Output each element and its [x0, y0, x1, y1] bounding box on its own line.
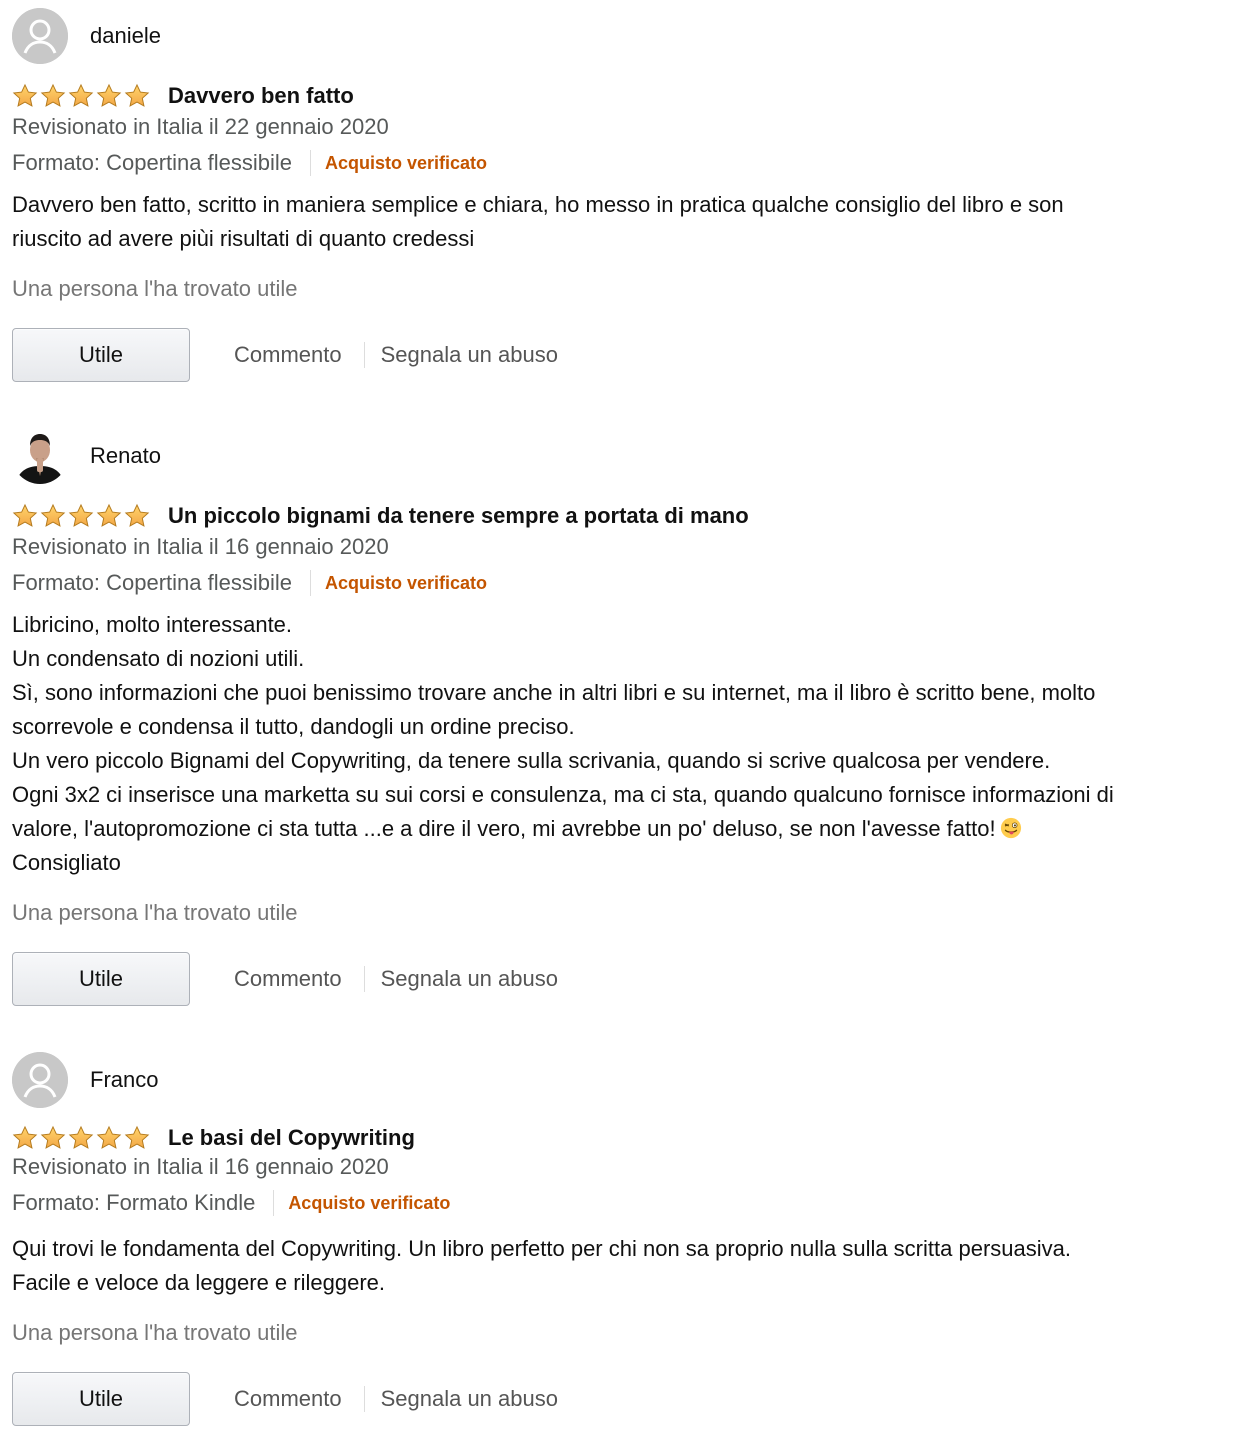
divider [363, 342, 365, 368]
star-icon [40, 503, 66, 529]
divider [363, 966, 365, 992]
winking-face-with-tongue-icon [1000, 817, 1021, 839]
helpful-button[interactable]: Utile [12, 1372, 190, 1426]
review-body: Davvero ben fatto, scritto in maniera se… [12, 188, 1222, 256]
review-text-line: Un vero piccolo Bignami del Copywriting,… [12, 748, 1051, 773]
star-icon [96, 1125, 122, 1151]
star-rating[interactable] [12, 83, 150, 109]
review-body: Libricino, molto interessante. Un conden… [12, 608, 1222, 880]
helpful-button[interactable]: Utile [12, 328, 190, 382]
reviewer-profile[interactable]: Renato [12, 426, 161, 486]
review-title[interactable]: Le basi del Copywriting [168, 1125, 415, 1151]
star-icon [68, 1125, 94, 1151]
report-abuse-link[interactable]: Segnala un abuso [381, 342, 558, 368]
review-text-line: Ogni 3x2 ci inserisce una marketta su su… [12, 782, 1114, 807]
comment-link[interactable]: Commento [234, 1386, 342, 1412]
review-text-line: Facile e veloce da leggere e rileggere. [12, 1270, 386, 1295]
review-text-line: Sì, sono informazioni che puoi benissimo… [12, 680, 1096, 705]
star-icon [12, 83, 38, 109]
star-icon [124, 83, 150, 109]
review-text-line: scorrevole e condensa il tutto, dandogli… [12, 714, 575, 739]
star-icon [12, 1125, 38, 1151]
review-text-line: Un condensato di nozioni utili. [12, 646, 305, 671]
review-text-segment: valore, l'autopromozione ci sta tutta ..… [12, 816, 996, 841]
star-icon [40, 83, 66, 109]
star-icon [12, 503, 38, 529]
divider [363, 1386, 365, 1412]
report-abuse-link[interactable]: Segnala un abuso [381, 1386, 558, 1412]
verified-purchase-badge: Acquisto verificato [325, 152, 488, 173]
review-text-line: Libricino, molto interessante. [12, 612, 293, 637]
format-link[interactable]: Formato: Formato Kindle [12, 1190, 255, 1216]
reviewer-name[interactable]: daniele [90, 23, 161, 49]
reviewer-profile[interactable]: Franco [12, 1050, 158, 1110]
star-icon [68, 503, 94, 529]
review-date: Revisionato in Italia il 22 gennaio 2020 [12, 114, 389, 139]
review-text-line: valore, l'autopromozione ci sta tutta ..… [12, 812, 1222, 846]
star-icon [68, 83, 94, 109]
report-abuse-link[interactable]: Segnala un abuso [381, 966, 558, 992]
verified-purchase-badge: Acquisto verificato [325, 572, 488, 593]
reviewer-name[interactable]: Renato [90, 443, 161, 469]
review-body: Qui trovi le fondamenta del Copywriting.… [12, 1232, 1222, 1300]
review-title[interactable]: Davvero ben fatto [168, 83, 354, 109]
star-rating[interactable] [12, 1125, 150, 1151]
star-icon [40, 1125, 66, 1151]
review-text-line: Consigliato [12, 850, 121, 875]
comment-link[interactable]: Commento [234, 966, 342, 992]
review-text-line: Davvero ben fatto, scritto in maniera se… [12, 192, 1064, 217]
default-profile-icon [12, 8, 68, 64]
divider [310, 570, 312, 596]
review-text-line: Qui trovi le fondamenta del Copywriting.… [12, 1236, 1071, 1261]
verified-purchase-badge: Acquisto verificato [288, 1192, 451, 1213]
review-text-line: riuscito ad avere piùi risultati di quan… [12, 226, 475, 251]
review-date: Revisionato in Italia il 16 gennaio 2020 [12, 1154, 389, 1179]
star-icon [96, 83, 122, 109]
default-profile-icon [12, 1052, 68, 1108]
reviewer-name[interactable]: Franco [90, 1067, 158, 1093]
helpful-count: Una persona l'ha trovato utile [12, 900, 298, 925]
star-icon [96, 503, 122, 529]
helpful-button[interactable]: Utile [12, 952, 190, 1006]
reviewer-profile[interactable]: daniele [12, 6, 161, 66]
review-date: Revisionato in Italia il 16 gennaio 2020 [12, 534, 389, 559]
user-photo-avatar [12, 428, 68, 484]
star-icon [124, 1125, 150, 1151]
helpful-count: Una persona l'ha trovato utile [12, 276, 298, 301]
format-link[interactable]: Formato: Copertina flessibile [12, 150, 292, 176]
divider [310, 150, 312, 176]
helpful-count: Una persona l'ha trovato utile [12, 1320, 298, 1345]
star-icon [124, 503, 150, 529]
review-title[interactable]: Un piccolo bignami da tenere sempre a po… [168, 503, 749, 529]
format-link[interactable]: Formato: Copertina flessibile [12, 570, 292, 596]
divider [273, 1190, 275, 1216]
star-rating[interactable] [12, 503, 150, 529]
comment-link[interactable]: Commento [234, 342, 342, 368]
